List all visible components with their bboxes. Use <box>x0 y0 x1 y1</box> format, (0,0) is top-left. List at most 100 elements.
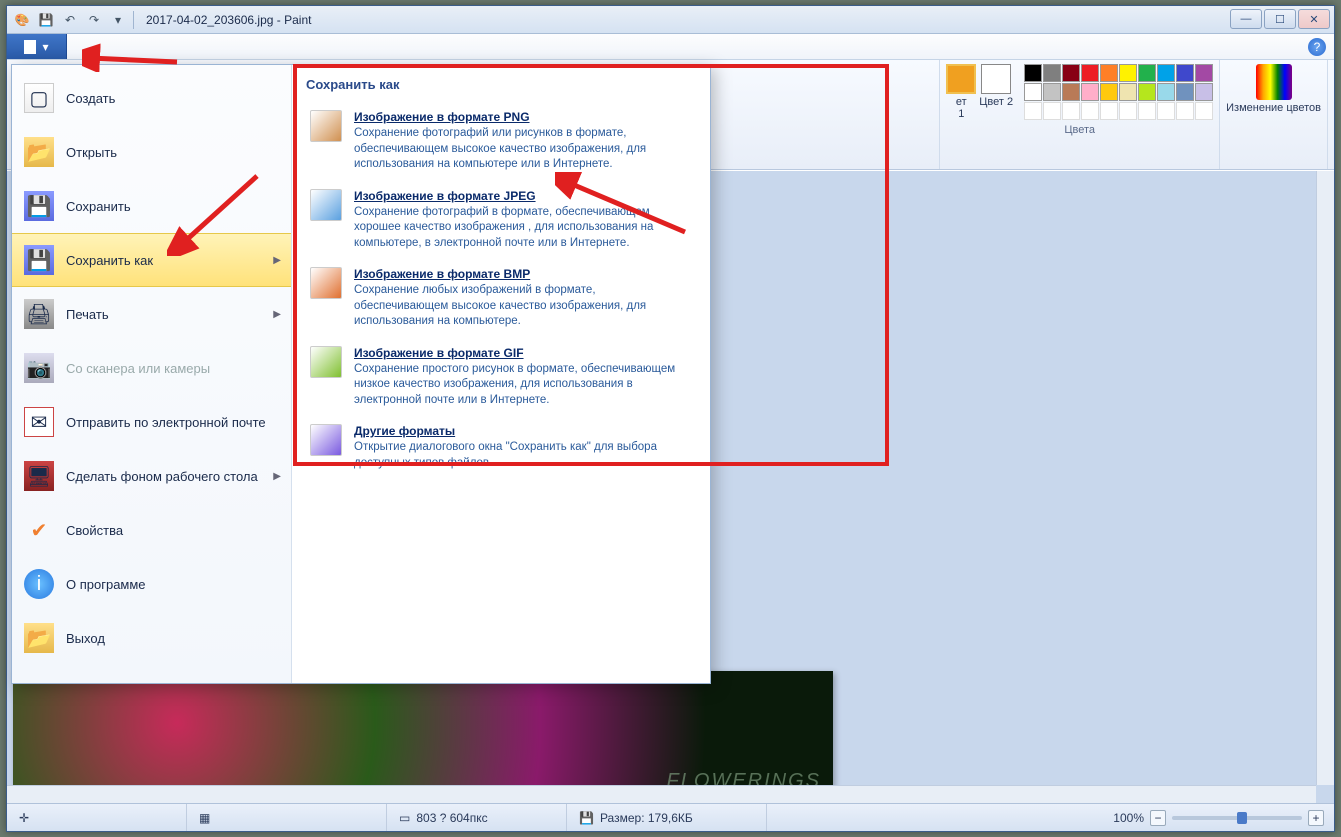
file-menu-left: ▢Создать📂Открыть 💾 Сохранить 💾Сохранить как… <box>12 65 292 683</box>
qat-redo-icon[interactable]: ↷ <box>83 9 105 31</box>
palette-swatch[interactable] <box>1176 64 1194 82</box>
file-menu-item-exit[interactable]: 📂 Выход <box>12 611 291 665</box>
palette-swatch[interactable] <box>1157 102 1175 120</box>
edit-colors-label: Изменение цветов <box>1226 102 1321 114</box>
palette-swatch[interactable] <box>1195 83 1213 101</box>
scan-icon: 📷 <box>24 353 54 383</box>
status-filesize: Размер: 179,6КБ <box>600 811 693 825</box>
canvas-image[interactable]: FLOWERINGS <box>13 671 833 801</box>
palette-swatch[interactable] <box>1062 64 1080 82</box>
status-cursor-cell: ✛ <box>7 804 187 831</box>
palette-swatch[interactable] <box>1062 102 1080 120</box>
palette-swatch[interactable] <box>1081 102 1099 120</box>
zoom-out-button[interactable]: − <box>1150 810 1166 826</box>
rainbow-icon <box>1256 64 1292 100</box>
palette-swatch[interactable] <box>1024 102 1042 120</box>
submenu-arrow-icon: ▶ <box>273 309 281 320</box>
saveas-option-2[interactable]: Изображение в формате BMPСохранение любы… <box>306 259 696 338</box>
saveas-option-1[interactable]: Изображение в формате JPEGСохранение фот… <box>306 181 696 260</box>
status-dimensions-cell: ▭ 803 ? 604пкс <box>387 804 567 831</box>
file-menu-item-open[interactable]: 📂Открыть <box>12 125 291 179</box>
color2-button[interactable]: Цвет 2 <box>979 64 1013 108</box>
file-menu-item-new[interactable]: ▢Создать <box>12 71 291 125</box>
qat-undo-icon[interactable]: ↶ <box>59 9 81 31</box>
palette-swatch[interactable] <box>1062 83 1080 101</box>
help-button[interactable]: ? <box>1308 38 1326 56</box>
palette-swatch[interactable] <box>1138 64 1156 82</box>
saveas-option-4[interactable]: Другие форматыОткрытие диалогового окна … <box>306 416 696 479</box>
saveas-option-3[interactable]: Изображение в формате GIFСохранение прос… <box>306 338 696 417</box>
maximize-button[interactable]: ☐ <box>1264 9 1296 29</box>
palette-swatch[interactable] <box>1176 83 1194 101</box>
app-icon[interactable]: 🎨 <box>11 9 33 31</box>
palette-swatch[interactable] <box>1119 64 1137 82</box>
file-menu-item-saveas[interactable]: 💾Сохранить как▶ <box>12 233 291 287</box>
color-selectors: ет 1 Цвет 2 <box>946 64 1213 120</box>
file-menu-item-label: Сохранить <box>66 199 131 214</box>
separator <box>133 11 134 29</box>
saveas-option-0[interactable]: Изображение в формате PNGСохранение фото… <box>306 102 696 181</box>
zoom-controls: 100% − + <box>1103 810 1334 826</box>
palette-swatch[interactable] <box>1100 102 1118 120</box>
palette-swatch[interactable] <box>1195 102 1213 120</box>
vertical-scrollbar[interactable] <box>1316 171 1334 785</box>
file-menu-item-props[interactable]: ✔Свойства <box>12 503 291 557</box>
color1-button[interactable]: ет 1 <box>946 64 976 120</box>
minimize-button[interactable]: — <box>1230 9 1262 29</box>
palette-swatch[interactable] <box>1024 64 1042 82</box>
zoom-in-button[interactable]: + <box>1308 810 1324 826</box>
saveas-panel-title: Сохранить как <box>306 77 696 92</box>
file-menu-item-mail[interactable]: ✉Отправить по электронной почте <box>12 395 291 449</box>
qat-customize-icon[interactable]: ▾ <box>107 9 129 31</box>
file-menu-button[interactable]: ▾ <box>7 34 67 59</box>
format-icon <box>310 189 342 221</box>
status-selection-cell: ▦ <box>187 804 387 831</box>
palette-swatch[interactable] <box>1195 64 1213 82</box>
color2-swatch <box>981 64 1011 94</box>
qat-save-icon[interactable]: 💾 <box>35 9 57 31</box>
palette-swatch[interactable] <box>1138 83 1156 101</box>
palette-swatch[interactable] <box>1157 64 1175 82</box>
file-menu-item-print[interactable]: 🖨Печать▶ <box>12 287 291 341</box>
color1-label: ет 1 <box>956 96 967 120</box>
palette-swatch[interactable] <box>1119 83 1137 101</box>
palette-swatch[interactable] <box>1024 83 1042 101</box>
exit-icon: 📂 <box>24 623 54 653</box>
palette-swatch[interactable] <box>1043 64 1061 82</box>
file-menu: ▢Создать📂Открыть💾Сохранить💾Сохранить как… <box>11 64 711 684</box>
saveas-icon: 💾 <box>24 245 54 275</box>
new-icon: ▢ <box>24 83 54 113</box>
file-menu-item-label: О программе <box>66 577 146 592</box>
zoom-thumb[interactable] <box>1237 812 1247 824</box>
zoom-slider[interactable] <box>1172 816 1302 820</box>
file-menu-item-label: Выход <box>66 631 105 646</box>
color-palette <box>1024 64 1213 120</box>
file-menu-item-label: Печать <box>66 307 109 322</box>
about-icon: i <box>24 569 54 599</box>
file-menu-item-save[interactable]: 💾 Сохранить <box>12 179 291 233</box>
palette-swatch[interactable] <box>1176 102 1194 120</box>
palette-swatch[interactable] <box>1043 102 1061 120</box>
save-icon: 💾 <box>24 191 54 221</box>
close-button[interactable]: ✕ <box>1298 9 1330 29</box>
file-menu-item-about[interactable]: i О программе <box>12 557 291 611</box>
zoom-value: 100% <box>1113 811 1144 825</box>
edit-colors-button[interactable]: Изменение цветов <box>1226 64 1321 114</box>
palette-swatch[interactable] <box>1100 64 1118 82</box>
palette-swatch[interactable] <box>1081 83 1099 101</box>
palette-swatch[interactable] <box>1157 83 1175 101</box>
palette-swatch[interactable] <box>1138 102 1156 120</box>
option-description: Сохранение фотографий в формате, обеспеч… <box>354 205 692 252</box>
palette-swatch[interactable] <box>1081 64 1099 82</box>
palette-swatch[interactable] <box>1043 83 1061 101</box>
format-icon <box>310 346 342 378</box>
palette-swatch[interactable] <box>1119 102 1137 120</box>
palette-swatch[interactable] <box>1100 83 1118 101</box>
option-heading: Изображение в формате GIF <box>354 346 692 360</box>
horizontal-scrollbar[interactable] <box>7 785 1316 803</box>
dimensions-icon: ▭ <box>399 811 410 825</box>
file-menu-item-desktop[interactable]: 🖥Сделать фоном рабочего стола▶ <box>12 449 291 503</box>
paint-window: 🎨 💾 ↶ ↷ ▾ 2017-04-02_203606.jpg - Paint … <box>6 5 1335 832</box>
option-description: Открытие диалогового окна "Сохранить как… <box>354 440 692 471</box>
status-dimensions: 803 ? 604пкс <box>416 811 487 825</box>
